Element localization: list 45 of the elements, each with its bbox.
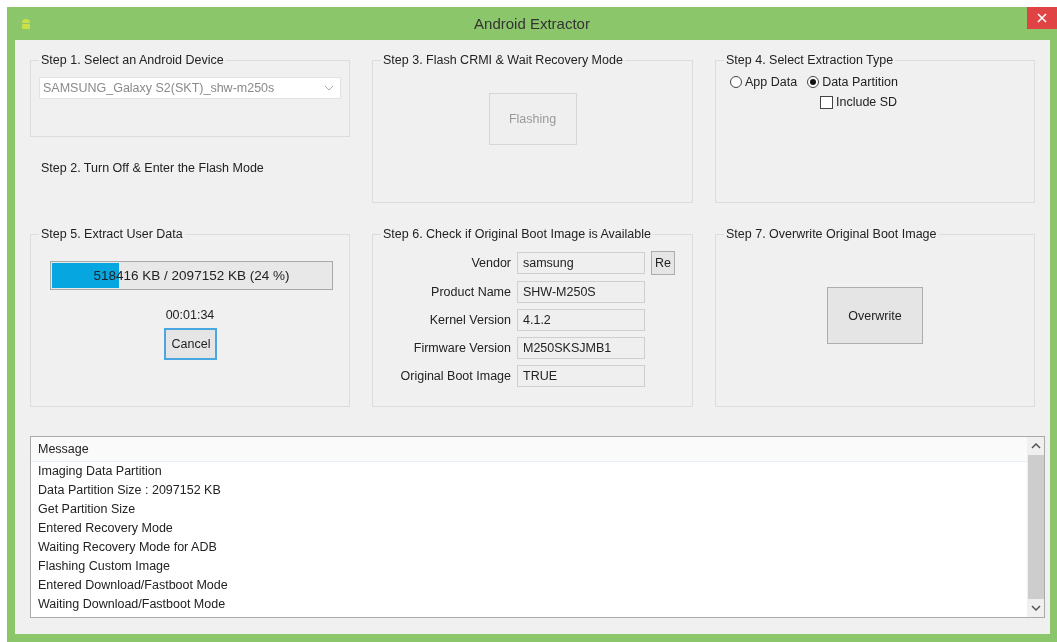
text-field[interactable]: samsung: [517, 252, 645, 274]
close-button[interactable]: [1027, 7, 1057, 29]
scrollbar[interactable]: [1027, 437, 1044, 617]
field-label: Original Boot Image: [399, 369, 511, 383]
cancel-button[interactable]: Cancel: [163, 328, 217, 360]
group-title: Step 6. Check if Original Boot Image is Available: [382, 227, 652, 241]
checkbox-option[interactable]: Include SD: [820, 95, 898, 109]
refresh-button[interactable]: Re: [651, 251, 675, 275]
chevron-down-icon: [324, 85, 334, 91]
column-header[interactable]: Message: [31, 437, 1027, 462]
radio-button[interactable]: [730, 76, 742, 88]
radio-option[interactable]: App Data: [730, 75, 798, 89]
radio-option[interactable]: Data Partition: [807, 75, 898, 89]
elapsed-time: 00:01:34: [164, 308, 216, 322]
message-row-text: Imaging Data Partition: [37, 463, 163, 480]
text-field[interactable]: SHW-M250S: [517, 281, 645, 303]
step-label: Step 2. Turn Off & Enter the Flash Mode: [41, 161, 265, 175]
group-title: Step 4. Select Extraction Type: [725, 53, 895, 67]
android-icon: [19, 16, 33, 31]
chevron-down-icon[interactable]: [1030, 605, 1041, 611]
text-field[interactable]: M250SKSJMB1: [517, 337, 645, 359]
message-row-text: Get Partition Size: [37, 501, 137, 518]
message-row-text: Waiting Download/Fastboot Mode: [37, 596, 227, 613]
group-title: Step 5. Extract User Data: [40, 227, 184, 241]
group-title: Step 3. Flash CRMI & Wait Recovery Mode: [382, 53, 624, 67]
message-row-text: Data Partition Size : 2097152 KB: [37, 482, 222, 499]
message-row-text: Entered Download/Fastboot Mode: [37, 577, 229, 594]
field-label: Product Name: [430, 285, 511, 299]
field-label: Vendor: [470, 256, 511, 270]
field-label: Kernel Version: [428, 313, 511, 327]
text-field[interactable]: TRUE: [517, 365, 645, 387]
checkbox[interactable]: [820, 95, 833, 109]
message-row-text: Waiting Recovery Mode for ADB: [37, 539, 218, 556]
text-field[interactable]: 4.1.2: [517, 309, 645, 331]
group-title: Step 7. Overwrite Original Boot Image: [725, 227, 938, 241]
overwrite-button[interactable]: Overwrite: [827, 287, 923, 344]
message-row-text: Flashing Custom Image: [37, 558, 171, 575]
scrollbar-thumb[interactable]: [1027, 455, 1044, 599]
field-label: Firmware Version: [412, 341, 511, 355]
message-row-text: Entered Recovery Mode: [37, 520, 174, 537]
close-icon: [1037, 13, 1047, 23]
radio-button[interactable]: [807, 76, 820, 88]
window-title: Android Extractor: [474, 15, 590, 32]
group-title: Step 1. Select an Android Device: [40, 53, 225, 67]
chevron-up-icon[interactable]: [1030, 443, 1041, 449]
